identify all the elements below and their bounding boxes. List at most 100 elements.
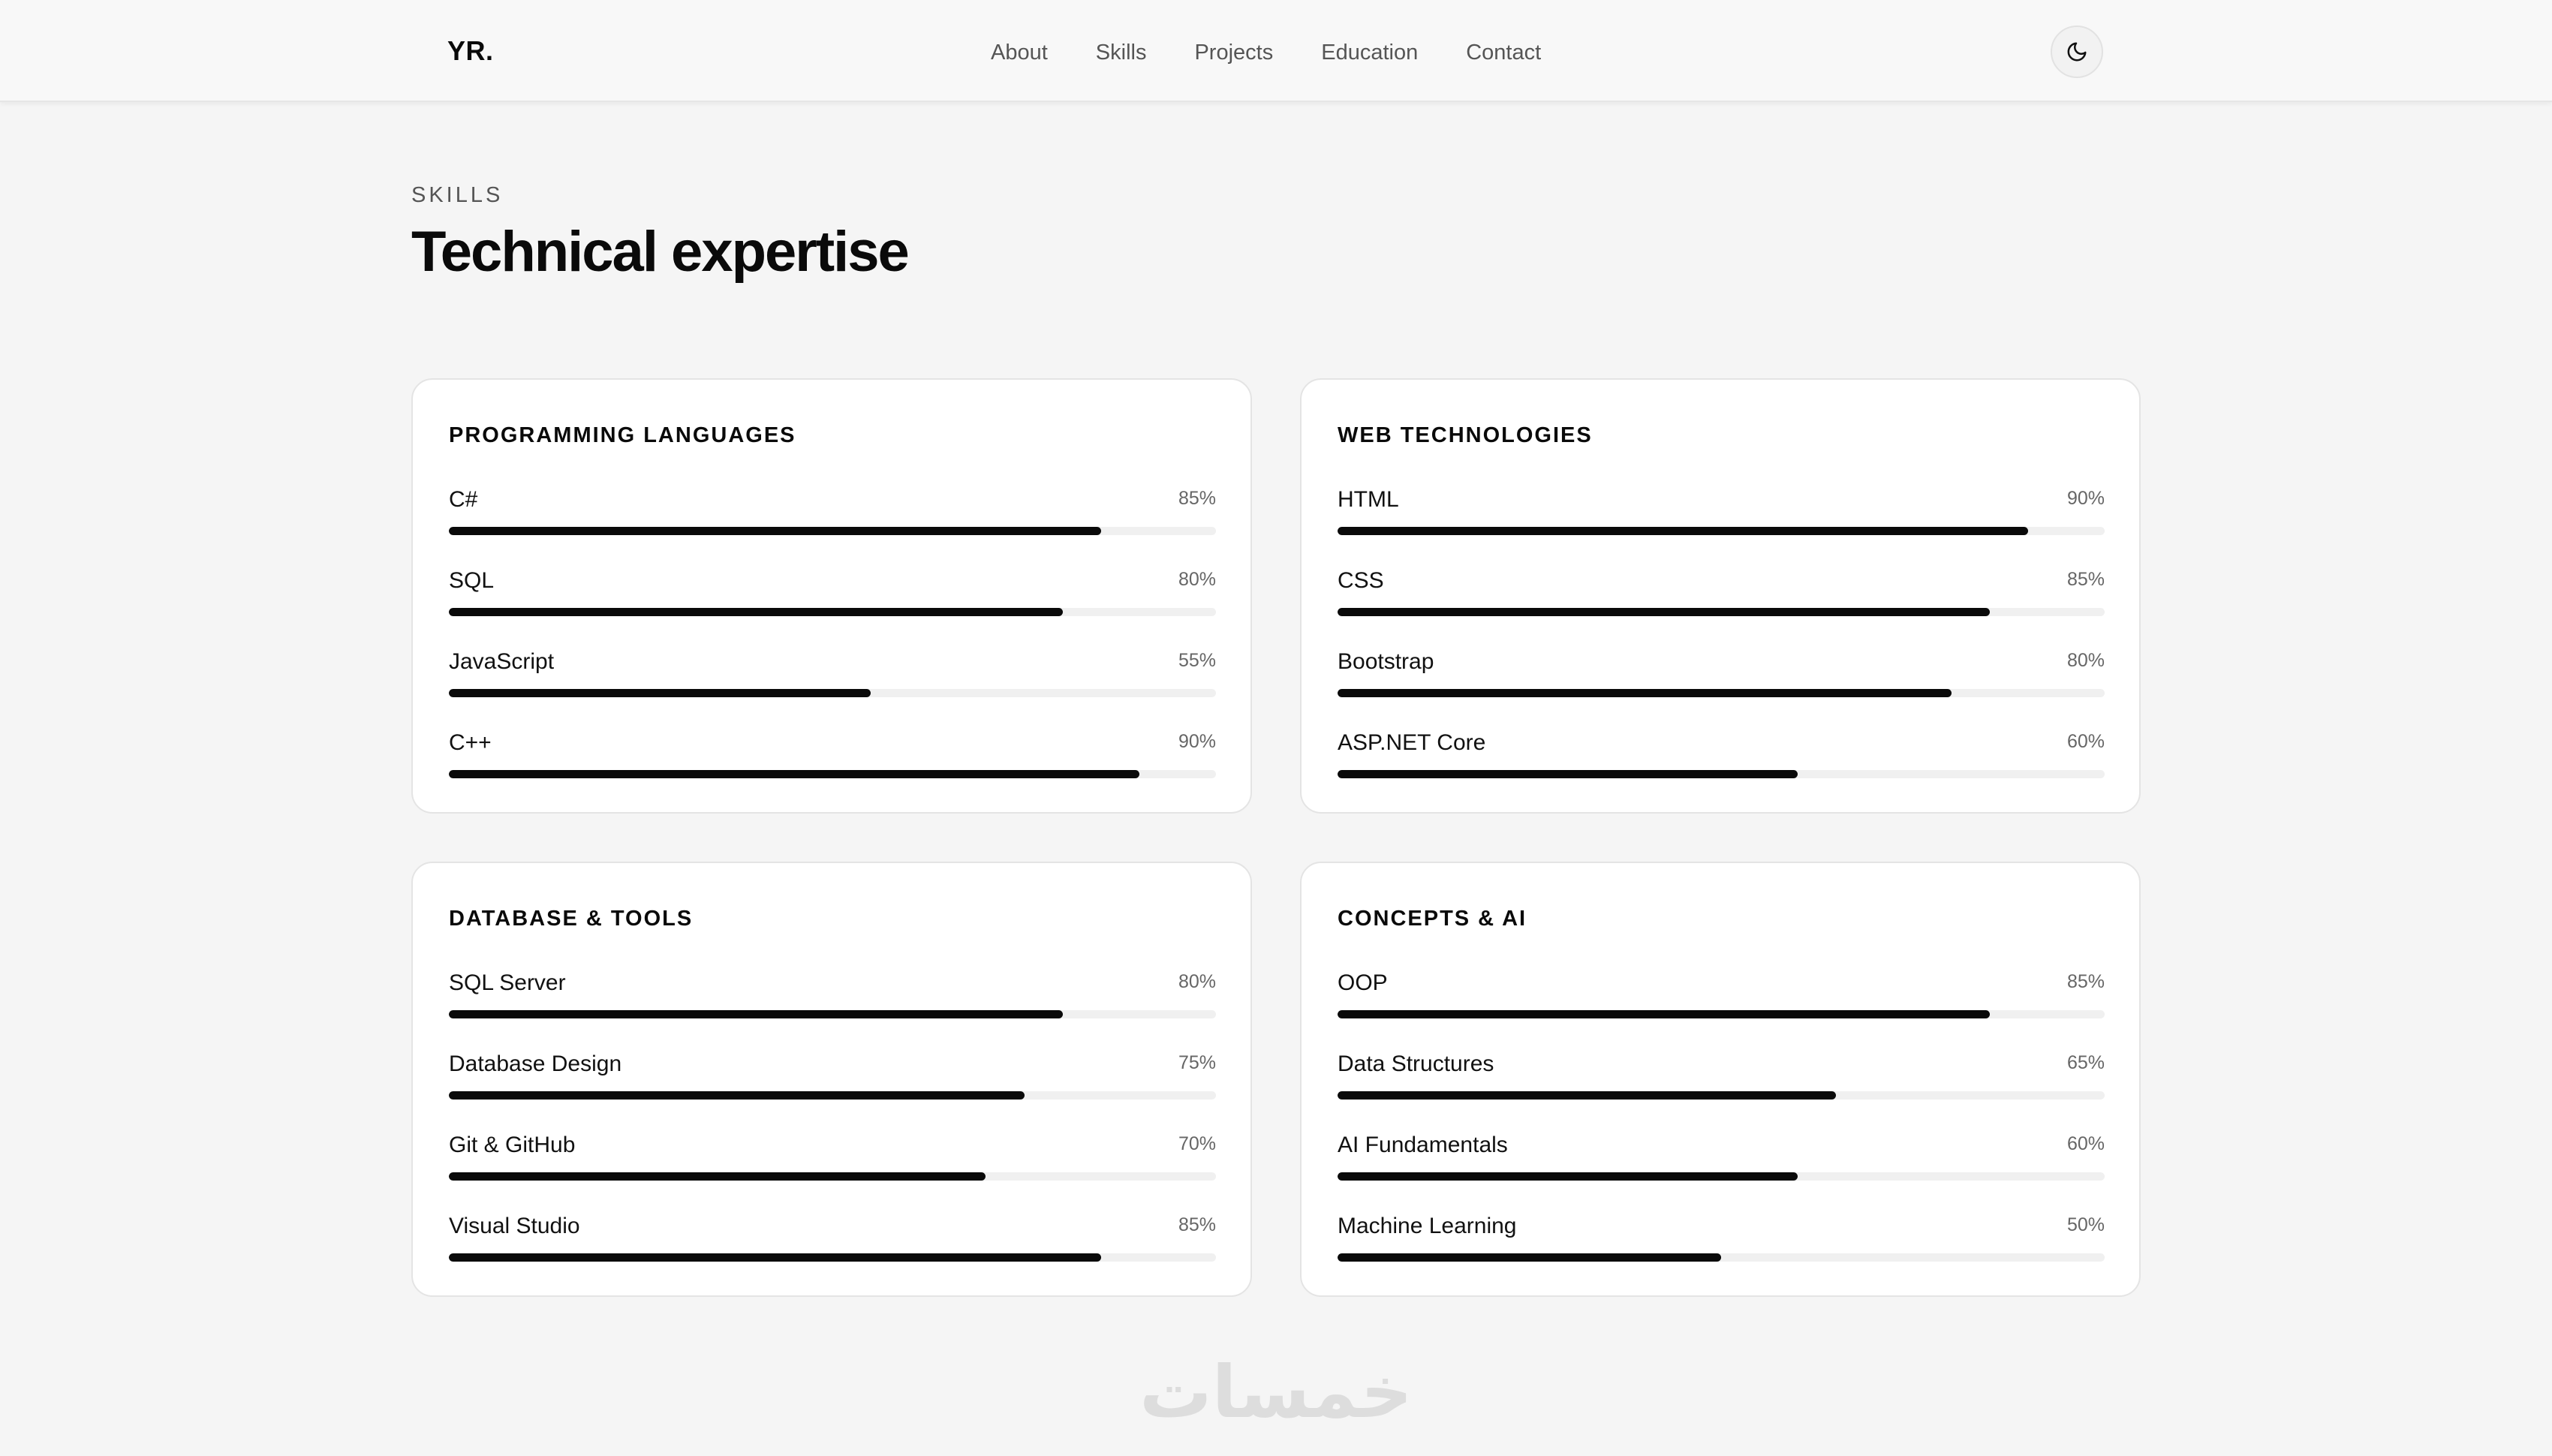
skill-bar-fill [1338, 1253, 1721, 1262]
card-title: PROGRAMMING LANGUAGES [449, 423, 796, 447]
skill-percent: 60% [2066, 731, 2105, 752]
skill-bar-fill [449, 689, 871, 697]
card-title: WEB TECHNOLOGIES [1338, 423, 1593, 447]
watermark-text: خمسات [1139, 1351, 1413, 1433]
skill-row: Database Design 75% [449, 1049, 1216, 1103]
skill-row: AI Fundamentals 60% [1338, 1130, 2105, 1184]
skill-percent: 80% [1178, 569, 1216, 590]
skill-bar-track [1338, 1091, 2105, 1100]
skill-bar-fill [1338, 527, 2028, 535]
skill-percent: 90% [1178, 731, 1216, 752]
card-title: DATABASE & TOOLS [449, 907, 694, 931]
section-title: Technical expertise [411, 220, 910, 284]
skill-card: WEB TECHNOLOGIES HTML 90% CSS 85% Bootstrap 80… [1300, 378, 2141, 814]
skill-name: C++ [449, 730, 492, 755]
skill-percent: 65% [2066, 1052, 2105, 1073]
skill-bar-fill [449, 608, 1063, 616]
skill-bar-track [1338, 689, 2105, 697]
nav-link-skills[interactable]: Skills [1096, 38, 1147, 68]
skill-bar-track [449, 1253, 1216, 1262]
skill-bar-fill [449, 1172, 986, 1181]
skill-name: OOP [1338, 970, 1388, 995]
skill-row: JavaScript 55% [449, 647, 1216, 701]
skill-bar-fill [449, 1253, 1101, 1262]
skill-row: Data Structures 65% [1338, 1049, 2105, 1103]
nav-link-education[interactable]: Education [1321, 38, 1418, 68]
skill-bar-fill [449, 770, 1139, 778]
nav-link-about[interactable]: About [991, 38, 1048, 68]
skill-bar-track [1338, 770, 2105, 778]
skill-row: Bootstrap 80% [1338, 647, 2105, 701]
skill-bar-track [449, 689, 1216, 697]
skill-bar-track [449, 527, 1216, 535]
skill-percent: 85% [1178, 1214, 1216, 1235]
skill-name: CSS [1338, 568, 1384, 593]
skill-percent: 70% [1178, 1133, 1216, 1154]
skill-bar-track [449, 1091, 1216, 1100]
watermark-logo: خمسات [1139, 1351, 1413, 1433]
top-navbar: YR. About Skills Projects Education Cont… [0, 0, 2552, 102]
skill-percent: 60% [2066, 1133, 2105, 1154]
skill-bar-fill [1338, 1091, 1837, 1100]
skill-row: OOP 85% [1338, 968, 2105, 1022]
skill-bar-fill [1338, 689, 1952, 697]
skill-name: Visual Studio [449, 1214, 580, 1238]
skill-percent: 85% [1178, 488, 1216, 509]
skill-percent: 90% [2066, 488, 2105, 509]
skill-name: SQL [449, 568, 495, 593]
skill-name: AI Fundamentals [1338, 1133, 1508, 1157]
skill-percent: 85% [2066, 569, 2105, 590]
skill-row: HTML 90% [1338, 485, 2105, 539]
skill-name: SQL Server [449, 970, 566, 995]
skill-card: CONCEPTS & AI OOP 85% Data Structures 65% AI … [1300, 862, 2141, 1297]
skill-bar-fill [449, 527, 1101, 535]
skill-row: SQL Server 80% [449, 968, 1216, 1022]
main-nav: About Skills Projects Education Contact [991, 38, 1541, 68]
skill-name: Bootstrap [1338, 649, 1434, 674]
nav-link-projects[interactable]: Projects [1194, 38, 1273, 68]
skill-row: ASP.NET Core 60% [1338, 728, 2105, 782]
section-eyebrow: SKILLS [411, 183, 504, 207]
skill-row: SQL 80% [449, 566, 1216, 620]
skill-bar-track [449, 770, 1216, 778]
skill-bar-fill [1338, 608, 1990, 616]
nav-link-contact[interactable]: Contact [1466, 38, 1541, 68]
skill-bar-track [1338, 527, 2105, 535]
skill-name: Database Design [449, 1051, 622, 1076]
skill-bar-fill [449, 1010, 1063, 1018]
skill-name: JavaScript [449, 649, 555, 674]
skill-bar-fill [1338, 770, 1798, 778]
skill-name: C# [449, 487, 478, 512]
skill-percent: 55% [1178, 650, 1216, 671]
skill-bar-track [1338, 1253, 2105, 1262]
skill-percent: 80% [2066, 650, 2105, 671]
site-logo[interactable]: YR. [447, 36, 494, 66]
skill-percent: 75% [1178, 1052, 1216, 1073]
skill-bar-track [1338, 1010, 2105, 1018]
skill-row: C++ 90% [449, 728, 1216, 782]
skill-name: Machine Learning [1338, 1214, 1517, 1238]
skill-bar-fill [1338, 1010, 1990, 1018]
skill-percent: 85% [2066, 971, 2105, 992]
skill-row: C# 85% [449, 485, 1216, 539]
skill-row: CSS 85% [1338, 566, 2105, 620]
skill-card: DATABASE & TOOLS SQL Server 80% Database De… [411, 862, 1252, 1297]
skill-bar-fill [449, 1091, 1025, 1100]
skill-name: Data Structures [1338, 1051, 1494, 1076]
skill-bar-track [449, 608, 1216, 616]
skill-name: ASP.NET Core [1338, 730, 1486, 755]
skill-percent: 80% [1178, 971, 1216, 992]
skill-row: Git & GitHub 70% [449, 1130, 1216, 1184]
skill-row: Visual Studio 85% [449, 1211, 1216, 1265]
skill-bar-track [449, 1172, 1216, 1181]
skill-bar-track [1338, 608, 2105, 616]
theme-toggle-button[interactable] [2051, 26, 2103, 78]
skill-name: Git & GitHub [449, 1133, 576, 1157]
skill-row: Machine Learning 50% [1338, 1211, 2105, 1265]
skill-bar-track [449, 1010, 1216, 1018]
card-title: CONCEPTS & AI [1338, 907, 1527, 931]
moon-icon [2067, 42, 2087, 62]
skill-bar-track [1338, 1172, 2105, 1181]
skill-bar-fill [1338, 1172, 1798, 1181]
skill-name: HTML [1338, 487, 1399, 512]
